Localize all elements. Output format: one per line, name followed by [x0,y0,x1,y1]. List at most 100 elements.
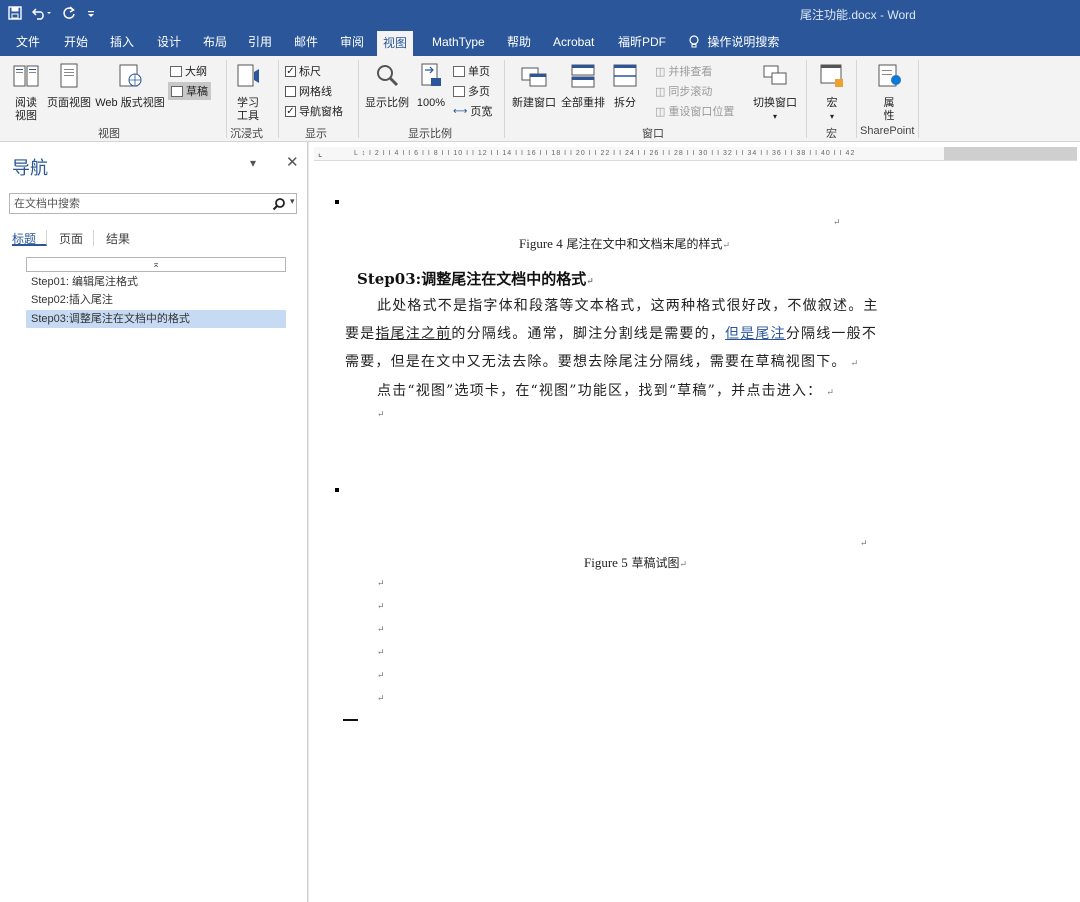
anchor-bullet [335,200,339,204]
figure-5-caption: Figure 5 草稿试图↵ [584,554,687,571]
side-by-side-button[interactable]: ◫ 并排查看 [655,63,712,79]
arrange-all-label: 全部重排 [560,97,606,110]
redo-icon[interactable] [62,6,76,23]
heading-text: Step03:调整尾注在文档中的格式 [357,270,586,288]
close-icon[interactable]: ✕ [286,153,299,171]
learning-tools-icon [234,62,262,90]
tab-mathtype[interactable]: MathType [426,28,491,56]
tab-foxit-pdf[interactable]: 福昕PDF [612,28,672,56]
multiple-pages-button[interactable]: 多页 [453,83,490,99]
web-layout-button[interactable]: Web 版式视图 [94,62,166,110]
outline-button[interactable]: 大纲 [170,63,207,79]
ruler-label: 标尺 [299,63,321,79]
group-separator [226,60,227,138]
paragraph-mark: ↵ [377,579,385,589]
paragraph-mark: ↵ [680,560,688,570]
zoom-label: 显示比例 [364,97,410,110]
new-window-button[interactable]: 新建窗口 [510,62,558,110]
nav-heading-item-selected[interactable]: Step03:调整尾注在文档中的格式 [26,310,286,328]
tab-acrobat[interactable]: Acrobat [547,28,600,56]
tab-help[interactable]: 帮助 [501,28,537,56]
paragraph-mark: ↵ [826,388,835,398]
tab-review[interactable]: 审阅 [334,28,370,56]
section-heading: Step03:调整尾注在文档中的格式↵ [357,268,594,289]
nav-heading-item[interactable]: Step02:插入尾注 [26,291,286,309]
gridlines-checkbox[interactable]: 网格线 [285,83,332,99]
group-separator [806,60,807,138]
learning-tools-label-2: 工具 [230,110,266,123]
nav-pane-label: 导航窗格 [299,103,343,119]
learning-tools-button[interactable]: 学习 工具 [230,62,266,123]
one-page-icon [453,66,465,77]
read-mode-icon [12,62,40,90]
tab-view[interactable]: 视图 [377,31,413,56]
split-button[interactable]: 拆分 [610,62,640,110]
tab-insert[interactable]: 插入 [104,28,140,56]
tell-me-search[interactable]: 操作说明搜索 [682,28,785,56]
chevron-down-icon[interactable]: ▾ [290,196,295,207]
text-run: 需要，但是在文中又无法去除。要想去除尾注分隔线，需要在草稿视图下。 [345,354,847,370]
ruler-checkbox[interactable]: ✓ 标尺 [285,63,321,79]
paragraph-mark: ↵ [586,277,594,287]
paragraph-mark: ↵ [377,410,385,420]
draft-button[interactable]: 草稿 [168,82,211,100]
nav-heading-item[interactable]: Step01: 编辑尾注格式 [26,273,286,291]
tab-file[interactable]: 文件 [10,28,46,56]
switch-windows-button[interactable]: 切换窗口 ▾ [750,62,800,123]
anchor-bullet [335,488,339,492]
document-area: ⌞ L ↕ I 2 I I 4 I I 6 I I 8 I I 10 I I 1… [309,142,1080,902]
checkbox-checked-icon: ✓ [285,106,296,117]
tab-layout[interactable]: 布局 [197,28,233,56]
sync-scroll-button[interactable]: ◫ 同步滚动 [655,83,712,99]
print-layout-button[interactable]: 页面视图 [46,62,92,110]
collapse-all-button[interactable]: ⌅ [26,257,286,272]
figure-4-text: 尾注在文中和文档末尾的样式 [563,237,723,251]
properties-label-1: 属 [872,97,906,110]
nav-search-input[interactable] [10,194,260,213]
figure-4-label: Figure 4 [519,236,563,251]
nav-pane-checkbox[interactable]: ✓ 导航窗格 [285,103,343,119]
properties-button[interactable]: 属 性 [872,62,906,123]
one-page-button[interactable]: 单页 [453,63,490,79]
nav-pane-options-icon[interactable]: ▾ [250,156,256,170]
read-mode-button[interactable]: 阅读 视图 [8,62,44,123]
tab-home[interactable]: 开始 [58,28,94,56]
macros-icon [818,62,846,90]
paragraph-mark: ↵ [377,602,385,612]
window-title: 尾注功能.docx - Word [800,6,916,23]
sync-scroll-label: 同步滚动 [668,83,712,99]
macros-label: 宏 [814,97,850,110]
split-label: 拆分 [610,97,640,110]
views-group-label: 视图 [98,125,120,141]
arrange-all-button[interactable]: 全部重排 [560,62,606,110]
macros-button[interactable]: 宏 ▾ [814,62,850,123]
switch-windows-label: 切换窗口 [750,97,800,110]
paragraph-mark: ↵ [377,648,385,658]
save-icon[interactable] [8,6,22,23]
paragraph-mark: ↵ [723,241,731,251]
tab-design[interactable]: 设计 [151,28,187,56]
nav-search-box: ▾ [9,193,297,214]
sharepoint-group-label: SharePoint [860,125,914,137]
undo-icon[interactable] [32,6,52,23]
read-mode-label-2: 视图 [8,110,44,123]
lightbulb-icon [688,35,703,49]
nav-tab-results[interactable]: 结果 [106,230,140,246]
learning-tools-label-1: 学习 [230,97,266,110]
web-layout-icon [116,62,144,90]
document-page[interactable]: ↵ Figure 4 尾注在文中和文档末尾的样式↵ Step03:调整尾注在文档… [309,142,1080,902]
nav-tab-headings[interactable]: 标题 [12,230,47,246]
reset-position-button[interactable]: ◫ 重设窗口位置 [655,103,734,119]
zoom-100-button[interactable]: 100% [414,62,448,110]
tab-references[interactable]: 引用 [242,28,278,56]
arrange-all-icon [569,62,597,90]
page-width-icon: ⟷ [453,106,467,117]
tab-mailings[interactable]: 邮件 [288,28,324,56]
zoom-button[interactable]: 显示比例 [364,62,410,110]
search-icon[interactable] [272,197,286,214]
ribbon-tabs: 文件 开始 插入 设计 布局 引用 邮件 审阅 视图 MathType 帮助 A… [0,28,1080,56]
paragraph-2: 点击“视图”选项卡，在“视图”功能区，找到“草稿”，并点击进入：↵ [377,380,835,400]
page-width-button[interactable]: ⟷ 页宽 [453,103,492,119]
customize-qat-icon[interactable] [86,6,96,23]
nav-tab-pages[interactable]: 页面 [59,230,94,246]
